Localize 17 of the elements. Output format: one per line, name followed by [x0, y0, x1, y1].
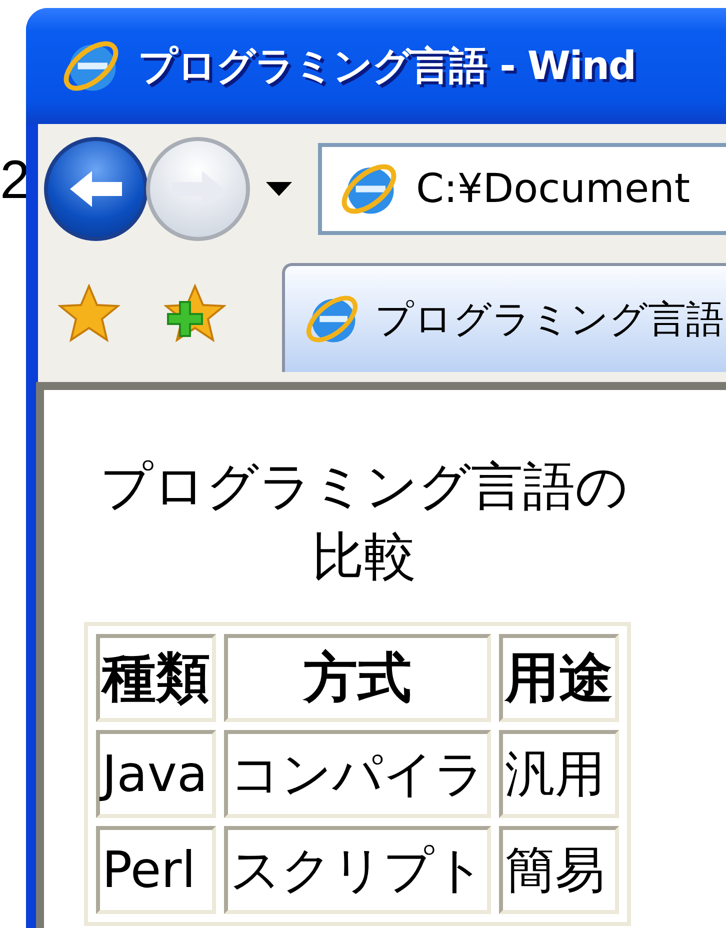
- table-cell: 汎用: [499, 730, 619, 818]
- window-title: プログラミング言語 - Wind: [138, 43, 636, 91]
- favorites-star-icon[interactable]: [58, 284, 120, 342]
- background-text: 2: [0, 149, 26, 212]
- add-favorite-icon[interactable]: [164, 284, 226, 342]
- column-header: 方式: [224, 634, 491, 722]
- table-cell: コンパイラ: [224, 730, 491, 818]
- table-cell: 簡易: [499, 826, 619, 914]
- address-field[interactable]: C:¥Document: [318, 143, 726, 235]
- browser-tab[interactable]: プログラミング言語: [282, 263, 726, 372]
- page-heading: プログラミング言語の比較: [99, 456, 629, 589]
- column-header: 用途: [499, 634, 619, 722]
- table-cell: Perl: [96, 826, 216, 914]
- table-cell: Java: [96, 730, 216, 818]
- table-cell: スクリプト: [224, 826, 491, 914]
- column-header: 種類: [96, 634, 216, 722]
- dropdown-caret-icon[interactable]: [266, 182, 292, 196]
